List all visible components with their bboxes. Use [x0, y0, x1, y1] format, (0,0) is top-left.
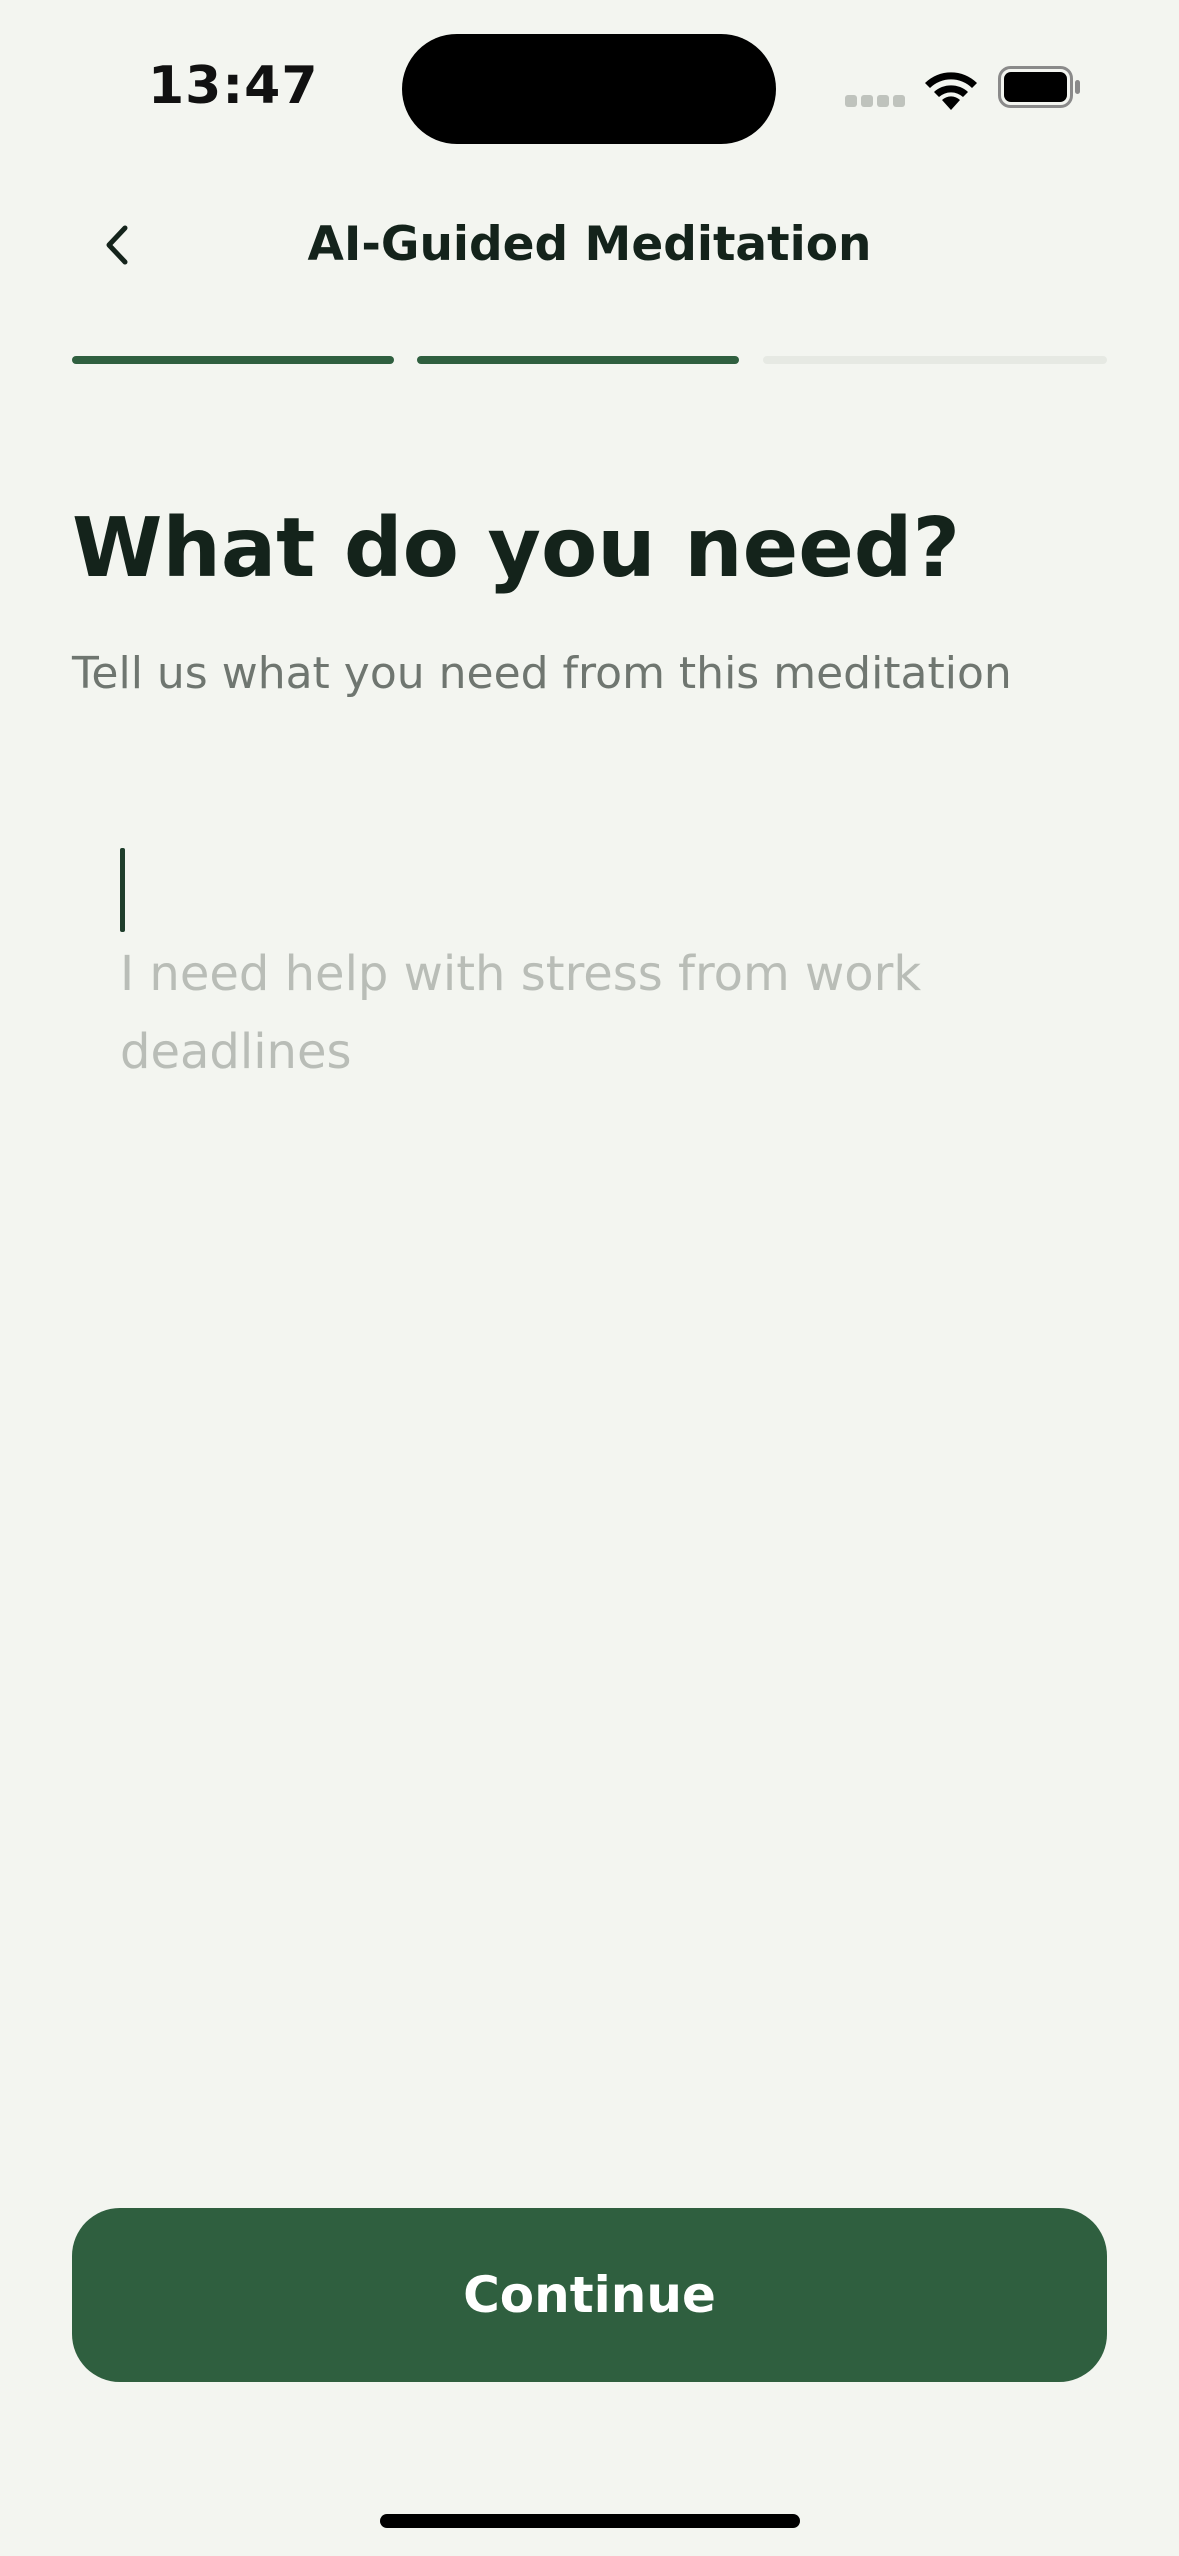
wifi-icon	[925, 72, 977, 110]
dynamic-island	[402, 34, 776, 144]
chevron-left-icon	[106, 225, 128, 265]
progress-segment-2	[417, 356, 739, 364]
cellular-signal-icon	[845, 95, 905, 107]
progress-segment-1	[72, 356, 394, 364]
text-caret	[120, 848, 125, 932]
home-indicator	[380, 2514, 800, 2528]
status-bar: 13:47	[0, 0, 1179, 160]
question-heading: What do you need?	[72, 501, 961, 596]
battery-icon	[998, 66, 1080, 108]
need-input-placeholder: I need help with stress from work deadli…	[120, 946, 922, 1080]
progress-segment-3	[763, 356, 1107, 364]
status-time: 13:47	[148, 56, 319, 116]
page-title: AI-Guided Meditation	[307, 217, 872, 272]
step-progress	[72, 356, 1107, 365]
question-subheading: Tell us what you need from this meditati…	[72, 648, 1012, 699]
back-button[interactable]	[72, 200, 162, 290]
nav-header: AI-Guided Meditation	[0, 190, 1179, 300]
continue-button[interactable]: Continue	[72, 2208, 1107, 2382]
